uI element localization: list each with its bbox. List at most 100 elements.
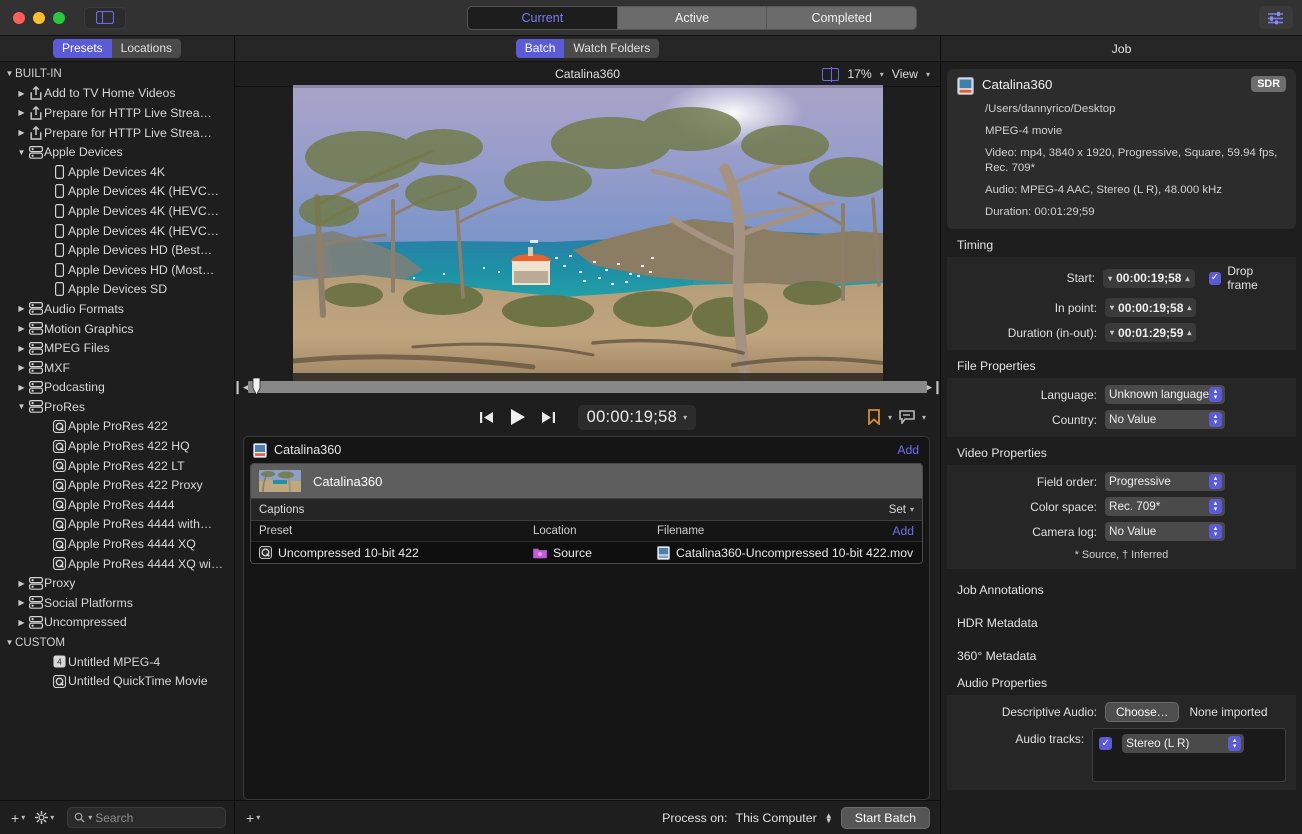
start-timecode-field[interactable]: ▾ 00:00:19;58 ▴ — [1103, 268, 1195, 288]
toggle-sidebar-button[interactable] — [84, 6, 126, 29]
sidebar-item-apple-devices-sd[interactable]: Apple Devices SD — [0, 280, 234, 300]
maximize-window-button[interactable] — [53, 11, 65, 24]
start-batch-button[interactable]: Start Batch — [840, 806, 930, 829]
add-output-link[interactable]: Add — [892, 524, 914, 538]
color-space-select[interactable]: Rec. 709* ▴ ▾ — [1105, 497, 1225, 517]
disclosure-right-icon[interactable]: ▶ — [16, 324, 27, 333]
sidebar-item-uncompressed[interactable]: ▶ Uncompressed — [0, 613, 234, 633]
process-on-control[interactable]: Process on: This Computer ▲ ▼ Start Batch — [662, 806, 930, 829]
sidebar-item-proxy[interactable]: ▶ Proxy — [0, 573, 234, 593]
process-on-value[interactable]: This Computer — [736, 811, 817, 825]
previous-frame-button[interactable] — [479, 410, 495, 425]
chevron-down-icon[interactable]: ▾ — [922, 413, 926, 422]
field-order-select[interactable]: Progressive ▴ ▾ — [1105, 472, 1225, 492]
captions-row[interactable]: Captions Set ▾ — [251, 498, 922, 520]
sidebar-item-apple-devices-4k-hevc[interactable]: Apple Devices 4K (HEVC… — [0, 182, 234, 202]
disclosure-down-icon[interactable]: ▼ — [4, 69, 15, 78]
stepper-icon[interactable]: ▲ ▼ — [825, 811, 833, 824]
presets-tree[interactable]: ▼ BUILT-IN ▶ Add to TV Home Videos ▶ Prepare … — [0, 62, 234, 800]
tab-batch[interactable]: Batch — [515, 39, 565, 58]
toggle-inspector-button[interactable] — [1259, 6, 1293, 29]
timeline-scrubber[interactable] — [248, 378, 927, 396]
tab-locations[interactable]: Locations — [111, 39, 182, 58]
choose-audio-button[interactable]: Choose… — [1105, 702, 1180, 723]
sidebar-item-add-to-tv-home-videos[interactable]: ▶ Add to TV Home Videos — [0, 84, 234, 104]
sidebar-item-apple-prores-4444-xq-wi[interactable]: Apple ProRes 4444 XQ wi… — [0, 554, 234, 574]
sidebar-item-apple-prores-4444-with[interactable]: Apple ProRes 4444 with… — [0, 515, 234, 535]
disclosure-right-icon[interactable]: ▶ — [16, 108, 27, 117]
table-row[interactable]: Uncompressed 10-bit 422 Source Catalina3… — [251, 541, 922, 563]
sidebar-item-apple-prores-422-lt[interactable]: Apple ProRes 422 LT — [0, 456, 234, 476]
sidebar-item-audio-formats[interactable]: ▶ Audio Formats — [0, 299, 234, 319]
batch-add-link[interactable]: Add — [897, 443, 919, 457]
chevron-down-icon[interactable]: ▾ — [1108, 274, 1112, 283]
chevron-up-icon[interactable]: ▴ — [1187, 303, 1191, 312]
sidebar-item-mxf[interactable]: ▶ MXF — [0, 358, 234, 378]
chevron-down-icon[interactable]: ▾ — [1110, 328, 1114, 337]
sidebar-item-apple-devices-4k[interactable]: Apple Devices 4K — [0, 162, 234, 182]
search-input[interactable]: ▾ Search — [67, 807, 226, 828]
disclosure-right-icon[interactable]: ▶ — [16, 383, 27, 392]
bookmark-icon[interactable] — [867, 409, 881, 425]
batch-watchfolders-toggle[interactable]: Batch Watch Folders — [515, 39, 660, 58]
hdr-metadata-section[interactable]: HDR Metadata — [957, 606, 1296, 639]
chevron-down-icon[interactable]: ▾ — [1110, 303, 1114, 312]
preset-actions-button[interactable]: ▾ — [32, 809, 57, 826]
tab-current[interactable]: Current — [468, 7, 618, 29]
tab-presets[interactable]: Presets — [52, 39, 112, 58]
zoom-level-button[interactable]: 17% — [847, 67, 871, 81]
sidebar-item-untitled-quicktime-movie[interactable]: Untitled QuickTime Movie — [0, 671, 234, 691]
job-card-header[interactable]: Catalina360 — [251, 464, 922, 498]
close-window-button[interactable] — [13, 11, 25, 24]
audio-track-select[interactable]: Stereo (L R) ▴ ▾ — [1122, 734, 1245, 754]
sidebar-item-apple-prores-422-hq[interactable]: Apple ProRes 422 HQ — [0, 436, 234, 456]
video-preview-area[interactable] — [235, 84, 940, 385]
captions-set-button[interactable]: Set ▾ — [889, 504, 914, 516]
disclosure-right-icon[interactable]: ▶ — [16, 618, 27, 627]
sidebar-item-apple-prores-4444[interactable]: Apple ProRes 4444 — [0, 495, 234, 515]
sidebar-item-prores[interactable]: ▼ ProRes — [0, 397, 234, 417]
sidebar-item-apple-devices-4k-hevc[interactable]: Apple Devices 4K (HEVC… — [0, 221, 234, 241]
audio-track-item[interactable]: ✓ Stereo (L R) ▴ ▾ — [1099, 734, 1279, 754]
disclosure-right-icon[interactable]: ▶ — [16, 363, 27, 372]
tab-completed[interactable]: Completed — [767, 7, 916, 29]
disclosure-right-icon[interactable]: ▶ — [16, 128, 27, 137]
country-select[interactable]: No Value ▴ ▾ — [1105, 410, 1225, 430]
disclosure-right-icon[interactable]: ▶ — [16, 344, 27, 353]
audio-track-checkbox[interactable]: ✓ — [1099, 737, 1113, 751]
disclosure-down-icon[interactable]: ▼ — [16, 148, 27, 157]
duration-timecode-field[interactable]: ▾ 00:01:29;59 ▴ — [1105, 323, 1197, 343]
sidebar-item-apple-devices-hd-most[interactable]: Apple Devices HD (Most… — [0, 260, 234, 280]
drop-frame-checkbox[interactable]: ✓ — [1208, 271, 1222, 285]
sidebar-item-apple-devices-hd-best[interactable]: Apple Devices HD (Best… — [0, 240, 234, 260]
next-frame-button[interactable] — [540, 410, 556, 425]
out-point-marker[interactable]: ▶❙ — [922, 379, 943, 395]
disclosure-right-icon[interactable]: ▶ — [16, 579, 27, 588]
chevron-down-icon[interactable]: ▾ — [888, 413, 892, 422]
batch-status-segmented-control[interactable]: Current Active Completed — [467, 6, 917, 30]
sidebar-item-built-in[interactable]: ▼ BUILT-IN — [0, 64, 234, 84]
audio-tracks-list[interactable]: ✓ Stereo (L R) ▴ ▾ — [1092, 728, 1286, 783]
split-view-icon[interactable] — [822, 66, 840, 82]
chevron-up-icon[interactable]: ▴ — [1185, 274, 1189, 283]
tab-active[interactable]: Active — [617, 7, 768, 29]
sidebar-item-custom[interactable]: ▼ CUSTOM — [0, 632, 234, 652]
camera-log-select[interactable]: No Value ▴ ▾ — [1105, 522, 1225, 542]
sidebar-item-apple-devices-4k-hevc[interactable]: Apple Devices 4K (HEVC… — [0, 201, 234, 221]
disclosure-right-icon[interactable]: ▶ — [16, 89, 27, 98]
tab-watch-folders[interactable]: Watch Folders — [564, 39, 660, 58]
disclosure-down-icon[interactable]: ▼ — [16, 402, 27, 411]
disclosure-right-icon[interactable]: ▶ — [16, 598, 27, 607]
sidebar-item-untitled-mpeg-4[interactable]: 4 Untitled MPEG-4 — [0, 652, 234, 672]
add-preset-button[interactable]: + ▾ — [8, 808, 28, 828]
sidebar-item-apple-prores-4444-xq[interactable]: Apple ProRes 4444 XQ — [0, 534, 234, 554]
view-menu-button[interactable]: View — [892, 67, 918, 81]
disclosure-right-icon[interactable]: ▶ — [16, 304, 27, 313]
sidebar-item-apple-prores-422[interactable]: Apple ProRes 422 — [0, 417, 234, 437]
sidebar-item-prepare-for-http-live-strea[interactable]: ▶ Prepare for HTTP Live Strea… — [0, 123, 234, 143]
sidebar-item-apple-prores-422-proxy[interactable]: Apple ProRes 422 Proxy — [0, 475, 234, 495]
presets-locations-toggle[interactable]: Presets Locations — [52, 39, 182, 58]
language-select[interactable]: Unknown language ▴ ▾ — [1105, 385, 1225, 405]
chevron-up-icon[interactable]: ▴ — [1187, 328, 1191, 337]
playhead-icon[interactable] — [252, 378, 261, 396]
